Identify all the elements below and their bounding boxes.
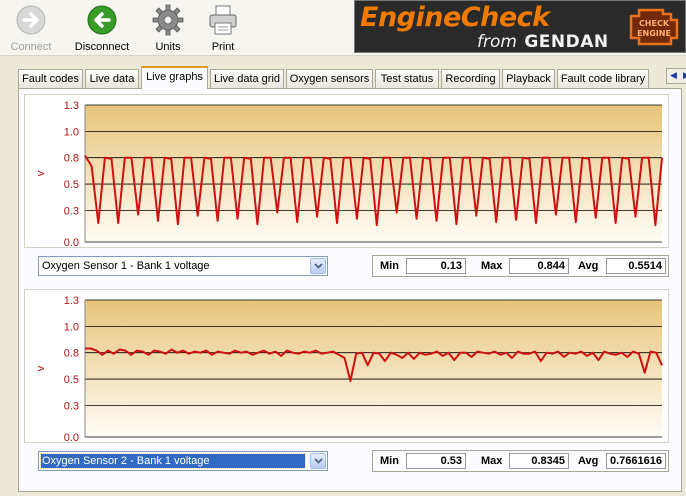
y-tick-label: 0.8 [64, 153, 79, 165]
graph-2-plot: 1.3 1.0 0.8 0.5 0.3 0.0 v [35, 295, 663, 444]
y-tick-label: 1.3 [64, 295, 79, 307]
tab-strip: Fault codes Live data Live graphs Live d… [18, 66, 686, 89]
tab-fault-code-library[interactable]: Fault code library [557, 69, 649, 88]
toolbar: Connect Disconnect Units Print EngineChe… [0, 0, 686, 56]
min-label: Min [380, 455, 399, 467]
sensor-2-dropdown-button[interactable] [310, 453, 326, 469]
min-label: Min [380, 260, 399, 272]
units-button[interactable]: Units [150, 4, 186, 53]
print-button[interactable]: Print [206, 4, 240, 53]
plot-background [85, 300, 662, 437]
graph-2: 1.3 1.0 0.8 0.5 0.3 0.0 v [24, 289, 669, 444]
y-axis-label: v [35, 365, 47, 371]
logo-title: EngineCheck [360, 2, 550, 33]
tab-live-data[interactable]: Live data [85, 69, 139, 88]
sensor-2-stats: Min 0.53 Max 0.8345 Avg 0.7661616 [372, 450, 669, 472]
max-label: Max [481, 455, 503, 467]
y-tick-label: 1.3 [64, 100, 79, 112]
logo-subtitle: from GENDAN [477, 32, 609, 52]
tab-oxygen-sensors[interactable]: Oxygen sensors [286, 69, 373, 88]
tab-playback[interactable]: Playback [502, 69, 555, 88]
scroll-right-icon[interactable]: ▶ [680, 70, 686, 81]
avg-label: Avg [578, 455, 599, 467]
y-tick-label: 0.3 [64, 400, 79, 412]
max-value: 0.8345 [509, 453, 569, 469]
y-tick-label: 0.0 [64, 237, 79, 249]
tab-test-status[interactable]: Test status [375, 69, 439, 88]
y-tick-label: 0.3 [64, 205, 79, 217]
max-label: Max [481, 260, 503, 272]
connect-label: Connect [10, 41, 52, 53]
enginecheck-logo: EngineCheck from GENDAN CHECK ENGINE [354, 0, 686, 53]
units-label: Units [155, 41, 181, 53]
chevron-down-icon [314, 458, 323, 464]
connect-button[interactable]: Connect [8, 4, 54, 53]
sensor-1-selected-value: Oxygen Sensor 1 - Bank 1 voltage [42, 260, 210, 272]
logo-from: from [477, 32, 517, 52]
sensor-1-dropdown-button[interactable] [310, 258, 326, 274]
print-label: Print [211, 41, 235, 53]
min-value: 0.53 [406, 453, 466, 469]
tab-live-graphs[interactable]: Live graphs [141, 66, 208, 89]
avg-value: 0.7661616 [606, 453, 666, 469]
y-tick-label: 0.0 [64, 432, 79, 444]
gear-icon [152, 4, 184, 36]
scroll-left-icon[interactable]: ◀ [667, 70, 680, 81]
y-axis-label: v [35, 170, 47, 176]
graph-1-plot: 1.3 1.0 0.8 0.5 0.3 0.0 v [35, 100, 663, 249]
y-tick-label: 1.0 [64, 321, 79, 333]
min-value: 0.13 [406, 258, 466, 274]
logo-brand: GENDAN [524, 32, 609, 52]
tab-fault-codes[interactable]: Fault codes [18, 69, 83, 88]
avg-label: Avg [578, 260, 599, 272]
tab-recording[interactable]: Recording [441, 69, 500, 88]
tab-live-data-grid[interactable]: Live data grid [210, 69, 284, 88]
printer-icon [209, 5, 237, 35]
y-tick-label: 0.8 [64, 348, 79, 360]
max-value: 0.844 [509, 258, 569, 274]
badge-line-1: CHECK [639, 19, 670, 28]
disconnect-button[interactable]: Disconnect [72, 4, 132, 53]
sensor-1-dropdown[interactable]: Oxygen Sensor 1 - Bank 1 voltage [38, 256, 328, 276]
sensor-1-stats: Min 0.13 Max 0.844 Avg 0.5514 [372, 255, 669, 277]
badge-line-2: ENGINE [637, 29, 671, 38]
y-tick-label: 0.5 [64, 179, 79, 191]
graph-1: 1.3 1.0 0.8 0.5 0.3 0.0 v [24, 94, 669, 249]
sensor-2-selected-value: Oxygen Sensor 2 - Bank 1 voltage [40, 453, 306, 469]
check-engine-icon: CHECK ENGINE [629, 8, 679, 46]
disconnect-arrow-icon [87, 5, 117, 35]
connect-arrow-icon [16, 5, 46, 35]
tab-scroll-buttons: ◀ ▶ [666, 68, 686, 84]
sensor-2-dropdown[interactable]: Oxygen Sensor 2 - Bank 1 voltage [38, 451, 328, 471]
disconnect-label: Disconnect [74, 41, 130, 53]
y-tick-label: 1.0 [64, 126, 79, 138]
avg-value: 0.5514 [606, 258, 666, 274]
y-tick-label: 0.5 [64, 374, 79, 386]
chevron-down-icon [314, 263, 323, 269]
